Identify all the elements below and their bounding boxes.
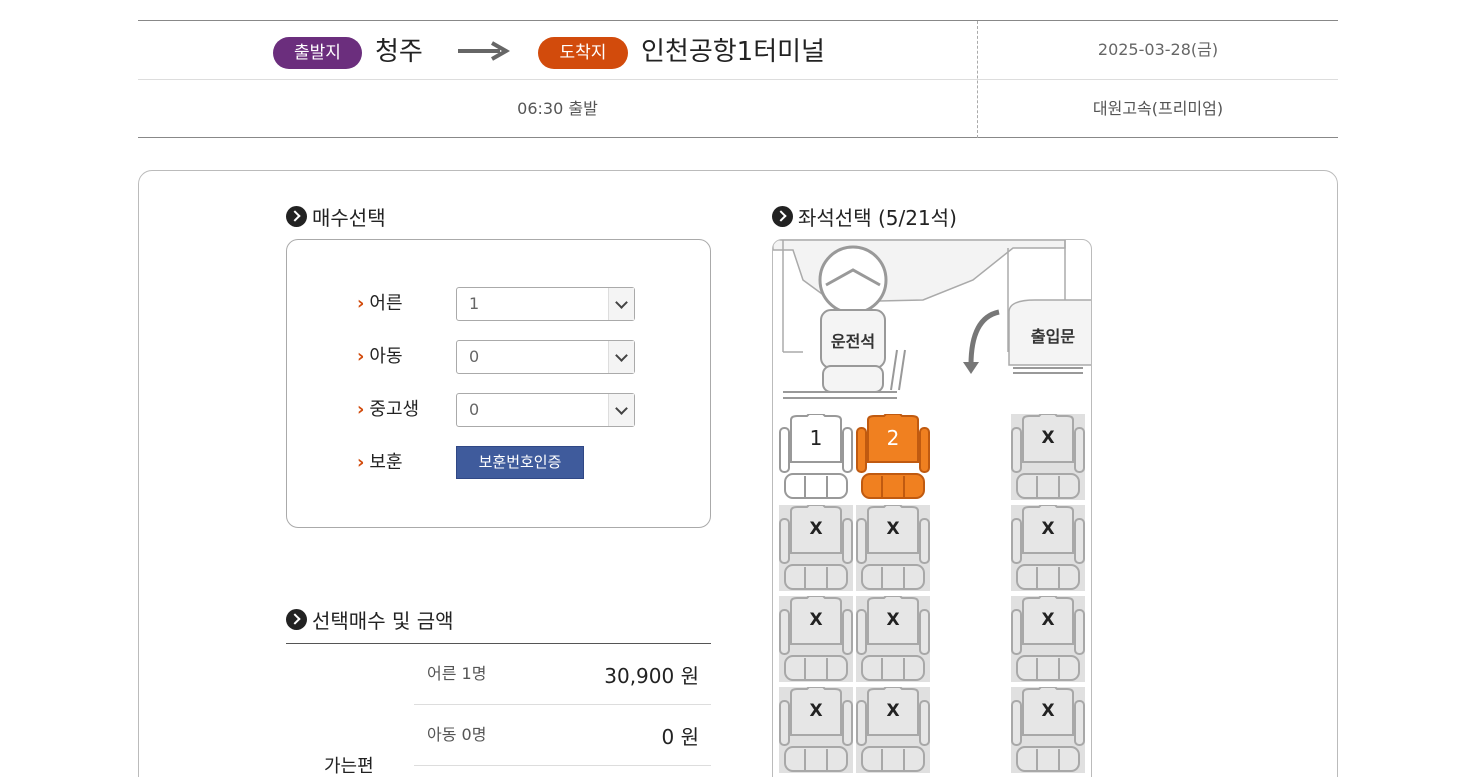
seat-3: X xyxy=(1011,414,1085,500)
seat-11: X xyxy=(856,687,930,773)
seat-10: X xyxy=(779,687,853,773)
student-label: 중고생 xyxy=(357,393,419,427)
seat-number: X xyxy=(809,610,823,630)
arrival-badge: 도착지 xyxy=(538,37,628,69)
student-count-value: 0 xyxy=(469,400,480,419)
seat-number: X xyxy=(886,610,900,630)
seat-number: 1 xyxy=(809,426,823,450)
trip-info: 출발지 청주 도착지 인천공항1터미널 2025-03-28(금) 06:30 … xyxy=(138,20,1338,138)
departure-time: 06:30 출발 xyxy=(517,99,598,118)
summary-heading: 선택매수 및 금액 xyxy=(286,605,454,634)
seat-number: 2 xyxy=(886,426,900,450)
departure-badge: 출발지 xyxy=(273,37,362,69)
bus-company: 대원고속(프리미엄) xyxy=(1092,99,1224,118)
seat-number: X xyxy=(1041,428,1055,448)
seat-6: X xyxy=(1011,505,1085,591)
seat-number: X xyxy=(1041,610,1055,630)
column-divider xyxy=(977,21,978,138)
adult-count-value: 1 xyxy=(469,294,480,313)
ticket-count-box: 어른 1 아동 0 중고생 0 보훈 보훈번호인증 xyxy=(286,239,711,528)
section-bullet-icon xyxy=(286,206,307,227)
seat-number: X xyxy=(809,519,823,539)
seat-7: X xyxy=(779,596,853,682)
departure-city: 청주 xyxy=(375,37,423,67)
chevron-down-icon xyxy=(608,288,634,320)
seat-1[interactable]: 1 xyxy=(779,414,853,500)
student-row: 중고생 0 xyxy=(357,393,657,427)
child-label: 아동 xyxy=(357,340,402,374)
driver-seat-label: 운전석 xyxy=(830,332,876,351)
section-bullet-icon xyxy=(772,206,793,227)
adult-price-row: 어른 1명 30,900 원 xyxy=(414,644,711,705)
seat-select-heading: 좌석선택 (5/21석) xyxy=(772,202,957,231)
adult-row: 어른 1 xyxy=(357,287,657,321)
section-bullet-icon xyxy=(286,609,307,630)
chevron-down-icon xyxy=(608,341,634,373)
child-row: 아동 0 xyxy=(357,340,657,374)
ticket-count-title: 매수선택 xyxy=(312,206,386,230)
adult-label: 어른 xyxy=(357,287,402,321)
chevron-down-icon xyxy=(608,394,634,426)
child-count-select[interactable]: 0 xyxy=(456,340,635,374)
child-price: 0 원 xyxy=(661,725,699,749)
outbound-label: 가는편 xyxy=(324,756,374,777)
child-count-text: 아동 0명 xyxy=(427,725,487,744)
seat-number: X xyxy=(886,701,900,721)
door-label: 출입문 xyxy=(1030,327,1076,346)
seat-number: X xyxy=(1041,701,1055,721)
adult-count-text: 어른 1명 xyxy=(427,664,487,683)
arrival-city: 인천공항1터미널 xyxy=(641,37,825,67)
seat-select-title: 좌석선택 (5/21석) xyxy=(798,206,957,230)
summary-title: 선택매수 및 금액 xyxy=(312,609,454,633)
seat-8: X xyxy=(856,596,930,682)
seat-number: X xyxy=(809,701,823,721)
adult-price: 30,900 원 xyxy=(604,664,699,688)
child-price-row: 아동 0명 0 원 xyxy=(414,705,711,766)
child-count-value: 0 xyxy=(469,347,480,366)
veteran-verify-button[interactable]: 보훈번호인증 xyxy=(456,446,584,479)
seat-number: X xyxy=(886,519,900,539)
bus-seat-map: 운전석 출입문 1 2 X X X X X X X X X X xyxy=(772,239,1092,777)
student-count-select[interactable]: 0 xyxy=(456,393,635,427)
departure-date: 2025-03-28(금) xyxy=(1097,40,1219,59)
route-arrow-icon xyxy=(458,41,510,61)
adult-count-select[interactable]: 1 xyxy=(456,287,635,321)
veteran-label: 보훈 xyxy=(357,446,402,480)
seat-9: X xyxy=(1011,596,1085,682)
seat-2[interactable]: 2 xyxy=(856,414,930,500)
route-row: 출발지 청주 도착지 인천공항1터미널 2025-03-28(금) xyxy=(138,21,1338,80)
seat-4: X xyxy=(779,505,853,591)
seat-12: X xyxy=(1011,687,1085,773)
seat-number: X xyxy=(1041,519,1055,539)
ticket-count-heading: 매수선택 xyxy=(286,202,386,231)
veteran-row: 보훈 보훈번호인증 xyxy=(357,446,657,480)
seat-5: X xyxy=(856,505,930,591)
